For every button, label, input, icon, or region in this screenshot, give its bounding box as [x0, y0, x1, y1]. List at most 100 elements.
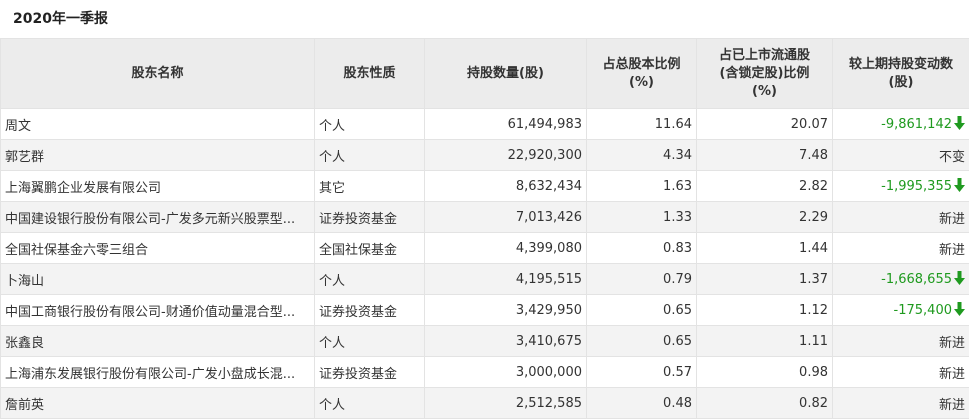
pct-float-cell: 1.12 — [697, 295, 833, 326]
pct-float-cell-text: 1.44 — [799, 241, 828, 256]
change-cell: 新进 — [833, 202, 969, 233]
holder-nature-cell: 全国社保基金 — [315, 233, 425, 264]
holder-name-cell[interactable]: 全国社保基金六零三组合 — [1, 233, 315, 264]
pct-float-cell: 1.44 — [697, 233, 833, 264]
shares-held-cell: 8,632,434 — [425, 171, 587, 202]
holder-name-cell-text: 张鑫良 — [5, 336, 44, 351]
change-cell: 新进 — [833, 388, 969, 419]
table-row: 全国社保基金六零三组合 全国社保基金 4,399,080 0.83 1.44 新进 — [1, 233, 969, 264]
pct-total-cell: 0.83 — [587, 233, 697, 264]
pct-float-cell-text: 0.98 — [799, 365, 828, 380]
holder-nature-cell: 个人 — [315, 140, 425, 171]
shares-held-cell-text: 22,920,300 — [508, 148, 582, 163]
pct-float-cell: 2.82 — [697, 171, 833, 202]
holder-name-cell-text: 中国工商银行股份有限公司-财通价值动量混合型... — [5, 305, 295, 320]
holder-name-cell-text: 全国社保基金六零三组合 — [5, 243, 148, 258]
change-cell-text: -1,668,655 — [881, 272, 952, 287]
pct-total-cell-text: 4.34 — [663, 148, 692, 163]
pct-total-cell: 4.34 — [587, 140, 697, 171]
table-row: 卜海山 个人 4,195,5150.79 1.37 -1,668,655 — [1, 264, 969, 295]
change-cell: -9,861,142 — [833, 109, 969, 140]
holder-nature-cell-text: 个人 — [319, 150, 345, 165]
holder-name-cell-text: 卜海山 — [5, 274, 44, 289]
pct-total-cell: 0.65 — [587, 326, 697, 357]
pct-total-cell-text: 0.65 — [663, 334, 692, 349]
change-cell-text: 新进 — [939, 212, 965, 227]
table-row: 张鑫良个人3,410,6750.651.11新进 — [1, 326, 969, 357]
shares-held-cell: 61,494,983 — [425, 109, 587, 140]
shares-held-cell-text: 4,399,080 — [516, 241, 582, 256]
holder-nature-cell: 其它 — [315, 171, 425, 202]
holder-name-cell[interactable]: 郭艺群 — [1, 140, 315, 171]
pct-total-cell: 0.48 — [587, 388, 697, 419]
table-row: 郭艺群 个人 22,920,300 4.34 7.48 不变 — [1, 140, 969, 171]
holder-nature-cell: 个人 — [315, 109, 425, 140]
header-holder-nature[interactable]: 股东性质 — [315, 39, 425, 109]
shares-held-cell-text: 8,632,434 — [516, 179, 582, 194]
header-holder-name[interactable]: 股东名称 — [1, 39, 315, 109]
change-cell-text: -1,995,355 — [881, 179, 952, 194]
pct-float-cell: 7.48 — [697, 140, 833, 171]
holder-nature-cell: 证券投资基金 — [315, 295, 425, 326]
shares-held-cell: 2,512,585 — [425, 388, 587, 419]
shares-held-cell-text: 3,000,000 — [516, 365, 582, 380]
holder-name-cell-text: 中国建设银行股份有限公司-广发多元新兴股票型... — [5, 212, 295, 227]
shares-held-cell-text: 3,429,950 — [516, 303, 582, 318]
holder-nature-cell-text: 个人 — [319, 119, 345, 134]
holder-nature-cell-text: 个人 — [319, 274, 345, 289]
holder-name-cell[interactable]: 上海浦东发展银行股份有限公司-广发小盘成长混... — [1, 357, 315, 388]
holder-nature-cell-text: 证券投资基金 — [319, 367, 397, 382]
shares-held-cell: 4,195,515 — [425, 264, 587, 295]
holder-name-cell[interactable]: 张鑫良 — [1, 326, 315, 357]
pct-float-cell-text: 1.11 — [799, 334, 828, 349]
holder-nature-cell: 证券投资基金 — [315, 357, 425, 388]
report-title: 2020年一季报 — [0, 0, 969, 38]
header-shares-held[interactable]: 持股数量(股) — [425, 39, 587, 109]
shares-held-cell-text: 7,013,426 — [516, 210, 582, 225]
change-cell-text: 新进 — [939, 243, 965, 258]
pct-total-cell-text: 11.64 — [655, 117, 692, 132]
holder-name-cell[interactable]: 中国建设银行股份有限公司-广发多元新兴股票型... — [1, 202, 315, 233]
change-cell-text: 不变 — [939, 150, 965, 165]
holder-nature-cell: 个人 — [315, 388, 425, 419]
pct-float-cell: 0.98 — [697, 357, 833, 388]
pct-float-cell-text: 1.12 — [799, 303, 828, 318]
shares-held-cell: 4,399,080 — [425, 233, 587, 264]
header-change[interactable]: 较上期持股变动数(股) — [833, 39, 969, 109]
down-arrow-icon — [954, 178, 965, 192]
pct-total-cell-text: 1.63 — [663, 179, 692, 194]
pct-float-cell-text: 2.29 — [799, 210, 828, 225]
pct-float-cell-text: 0.82 — [799, 396, 828, 411]
change-cell: -1,668,655 — [833, 264, 969, 295]
pct-total-cell: 0.65 — [587, 295, 697, 326]
pct-total-cell-text: 0.57 — [663, 365, 692, 380]
holder-name-cell[interactable]: 中国工商银行股份有限公司-财通价值动量混合型... — [1, 295, 315, 326]
change-cell: 新进 — [833, 357, 969, 388]
holder-name-cell-text: 周文 — [5, 119, 31, 134]
holder-name-cell[interactable]: 詹前英 — [1, 388, 315, 419]
header-pct-float[interactable]: 占已上市流通股(含锁定股)比例(%) — [697, 39, 833, 109]
holder-name-cell[interactable]: 卜海山 — [1, 264, 315, 295]
table-row: 周文 个人 61,494,983 11.64 20.07 -9,861,142 — [1, 109, 969, 140]
holder-name-cell-text: 上海翼鹏企业发展有限公司 — [5, 181, 161, 196]
holder-name-cell[interactable]: 周文 — [1, 109, 315, 140]
holder-nature-cell-text: 全国社保基金 — [319, 243, 397, 258]
pct-float-cell: 2.29 — [697, 202, 833, 233]
pct-float-cell: 20.07 — [697, 109, 833, 140]
table-header-row: 股东名称 股东性质 持股数量(股) 占总股本比例(%) 占已上市流通股(含锁定股… — [1, 39, 969, 109]
pct-total-cell: 0.57 — [587, 357, 697, 388]
pct-total-cell-text: 1.33 — [663, 210, 692, 225]
change-cell-text: 新进 — [939, 336, 965, 351]
header-pct-total[interactable]: 占总股本比例(%) — [587, 39, 697, 109]
change-cell-text: -175,400 — [894, 303, 952, 318]
pct-total-cell: 0.79 — [587, 264, 697, 295]
pct-float-cell-text: 1.37 — [799, 272, 828, 287]
change-cell-text: -9,861,142 — [881, 117, 952, 132]
holder-nature-cell: 证券投资基金 — [315, 202, 425, 233]
shares-held-cell-text: 2,512,585 — [516, 396, 582, 411]
table-row: 上海浦东发展银行股份有限公司-广发小盘成长混... 证券投资基金 3,000,000… — [1, 357, 969, 388]
holder-name-cell-text: 郭艺群 — [5, 150, 44, 165]
holder-name-cell[interactable]: 上海翼鹏企业发展有限公司 — [1, 171, 315, 202]
shares-held-cell-text: 61,494,983 — [508, 117, 582, 132]
pct-total-cell: 1.63 — [587, 171, 697, 202]
